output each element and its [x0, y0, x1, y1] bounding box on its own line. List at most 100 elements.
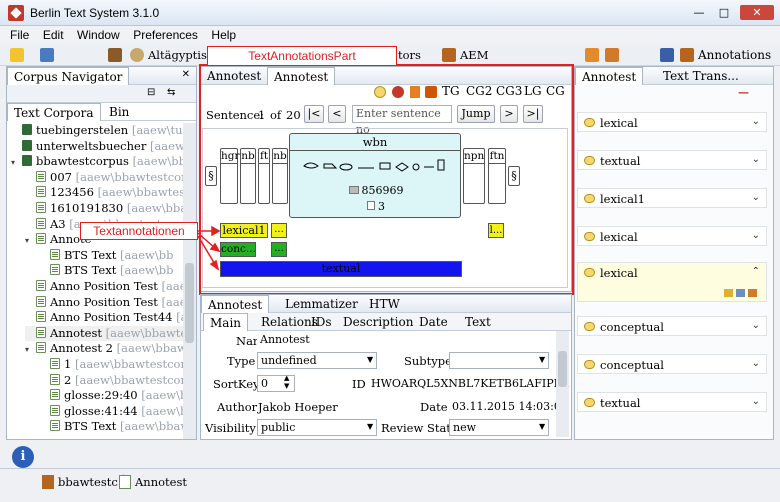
annotation-item[interactable]: textual ⌄: [577, 392, 767, 412]
lemma-icon[interactable]: [425, 86, 437, 98]
word-slot-ft[interactable]: ft: [258, 148, 270, 204]
tool-cg[interactable]: CG: [546, 84, 565, 98]
subtab-ids[interactable]: IDs: [305, 313, 338, 331]
tree-item[interactable]: BTS Text [aaew\bbawt: [39, 419, 195, 434]
subtab-description[interactable]: Description: [337, 313, 419, 331]
name-field[interactable]: Annotest: [257, 332, 545, 349]
expand-chevron-icon[interactable]: ⌄: [752, 358, 760, 369]
annotation-conceptual[interactable]: conc...: [220, 242, 256, 257]
expand-chevron-icon[interactable]: ⌄: [752, 230, 760, 241]
tree-item[interactable]: Anno Position Test [aaew: [25, 295, 196, 310]
tab-lemmatizer[interactable]: Lemmatizer: [279, 295, 364, 313]
annotation-item[interactable]: lexical ⌄: [577, 112, 767, 132]
expand-icon[interactable]: ▾: [25, 233, 33, 248]
tree-item[interactable]: 1 [aaew\bbawtestcorpus: [39, 357, 196, 372]
word-slot-nb-2[interactable]: nb: [272, 148, 288, 204]
expand-icon[interactable]: ▾: [11, 155, 19, 170]
link-icon[interactable]: ⇆: [167, 87, 175, 98]
annotation-more-green[interactable]: ...: [271, 242, 287, 257]
perspective-icon-2[interactable]: [605, 48, 619, 62]
tool-cg2[interactable]: CG2: [466, 84, 492, 98]
annotation-textual[interactable]: textual: [220, 261, 462, 277]
menu-preferences[interactable]: Preferences: [133, 26, 198, 44]
menu-help[interactable]: Help: [211, 26, 236, 44]
tree-item[interactable]: ▾bbawtestcorpus [aaew\bbawtestcorp: [11, 154, 196, 169]
last-sentence-button[interactable]: >|: [523, 105, 543, 123]
word-box-wbn[interactable]: wbn 856969 3: [289, 133, 461, 218]
tree-item[interactable]: unterweltsbuecher [aaew\unte: [11, 139, 196, 154]
expand-icon[interactable]: ▾: [25, 342, 33, 357]
tree-item[interactable]: BTS Text [aaew\bb: [39, 263, 173, 278]
tab-text-translation[interactable]: Text Trans...: [657, 67, 745, 85]
annotation-item[interactable]: conceptual ⌄: [577, 316, 767, 336]
breadcrumb-text[interactable]: Annotest: [135, 475, 187, 489]
annotation-item[interactable]: lexical1 ⌄: [577, 188, 767, 208]
collapse-icon[interactable]: ⊟: [147, 87, 155, 98]
perspective-icon-1[interactable]: [585, 48, 599, 62]
perspective-annotations-label[interactable]: Annotations: [698, 48, 771, 62]
annotation-item[interactable]: lexical ⌃: [577, 262, 767, 302]
section-mark-left[interactable]: §: [205, 166, 217, 186]
annotation-bubble-icon[interactable]: [374, 86, 386, 98]
subtab-text[interactable]: Text: [459, 313, 497, 331]
collapse-chevron-icon[interactable]: ⌃: [752, 266, 760, 277]
rubrum-icon[interactable]: [392, 86, 404, 98]
remove-icon[interactable]: —: [738, 86, 749, 99]
tree-item[interactable]: BTS Text [aaew\bb: [39, 248, 173, 263]
tree-item[interactable]: Anno Position Test44 [aaew: [25, 310, 196, 325]
annotation-l-right[interactable]: l...: [488, 223, 504, 238]
expand-chevron-icon[interactable]: ⌄: [752, 116, 760, 127]
close-button[interactable]: ✕: [740, 5, 774, 20]
spinner-arrows-icon[interactable]: ▲ ▼: [284, 374, 289, 390]
tree-item[interactable]: 2 [aaew\bbawtestcorpus: [39, 373, 196, 388]
toolbar-aem-label[interactable]: AEM: [460, 48, 488, 62]
expand-chevron-icon[interactable]: ⌄: [752, 396, 760, 407]
tree-item[interactable]: Annotest [aaew\bbawtest: [25, 325, 196, 341]
perspective-icon-3[interactable]: [660, 48, 674, 62]
section-mark-right[interactable]: §: [508, 166, 520, 186]
tool-tg[interactable]: TG: [442, 84, 460, 98]
subtype-select[interactable]: [449, 352, 549, 369]
jump-button[interactable]: Jump: [457, 105, 495, 123]
tab-text-corpora[interactable]: Text Corpora: [7, 103, 101, 121]
properties-scrollbar[interactable]: [556, 331, 569, 437]
tab-right-annotest[interactable]: Annotest: [575, 67, 644, 85]
menu-edit[interactable]: Edit: [43, 26, 64, 44]
tab-htw[interactable]: HTW: [363, 295, 406, 313]
new-icon[interactable]: [10, 48, 24, 62]
tree-item[interactable]: 1610191830 [aaew\bbawte: [25, 201, 196, 216]
annotation-more-yellow[interactable]: ...: [271, 223, 287, 238]
toolbar-item-tors[interactable]: tors: [398, 48, 421, 62]
expand-chevron-icon[interactable]: ⌄: [752, 320, 760, 331]
view-close-icon[interactable]: ✕: [182, 69, 190, 80]
tab-bin[interactable]: Bin: [103, 103, 135, 121]
expand-chevron-icon[interactable]: ⌄: [752, 154, 760, 165]
subtab-main[interactable]: Main: [203, 313, 249, 331]
first-sentence-button[interactable]: |<: [304, 105, 324, 123]
tree-item[interactable]: glosse:41:44 [aaew\bbaw: [39, 404, 196, 419]
expand-chevron-icon[interactable]: ⌄: [752, 192, 760, 203]
visibility-select[interactable]: public: [257, 419, 377, 436]
sentence-number-input[interactable]: Enter sentence no: [352, 105, 452, 136]
pencil-icon[interactable]: [748, 289, 757, 297]
annotation-item[interactable]: conceptual ⌄: [577, 354, 767, 374]
annotation-item[interactable]: textual ⌄: [577, 150, 767, 170]
tool-lg[interactable]: LG: [524, 84, 542, 98]
word-slot-ftn[interactable]: ftn: [488, 148, 506, 204]
previous-sentence-button[interactable]: <: [328, 105, 346, 123]
minimize-button[interactable]: —: [690, 5, 708, 20]
subtab-date[interactable]: Date: [413, 313, 454, 331]
annotation-item[interactable]: lexical ⌄: [577, 226, 767, 246]
menu-window[interactable]: Window: [77, 26, 120, 44]
annotation-lexical1[interactable]: lexical1: [220, 223, 268, 238]
word-slot-npn[interactable]: npn: [463, 148, 485, 204]
link-icon[interactable]: [736, 289, 745, 297]
tree-item[interactable]: ▾ Annotest 2 [aaew\bbawte: [25, 341, 196, 356]
maximize-button[interactable]: □: [715, 5, 733, 20]
next-sentence-button[interactable]: >: [500, 105, 518, 123]
tree-item[interactable]: Anno Position Test [aaew: [25, 279, 196, 294]
edit-icon[interactable]: [724, 289, 733, 297]
tree-vertical-scrollbar[interactable]: [183, 123, 196, 439]
annotation-edit-tools[interactable]: [724, 287, 760, 297]
info-icon[interactable]: i: [12, 446, 34, 468]
